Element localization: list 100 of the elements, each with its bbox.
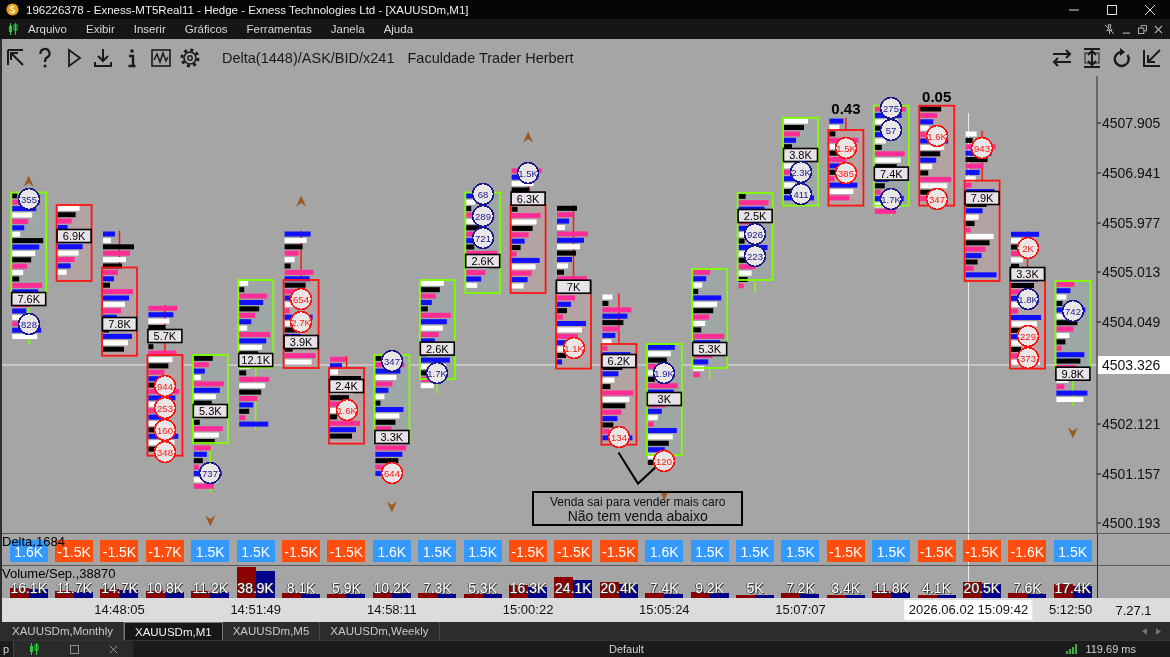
menu-item[interactable]: Ajuda bbox=[383, 23, 414, 35]
time-axis-label: 15:00:22 bbox=[502, 602, 554, 618]
volume-bar: 3.4K bbox=[826, 581, 865, 598]
delta-bar: -1.5K bbox=[327, 540, 366, 562]
value-label: 7.8K bbox=[101, 316, 138, 332]
delta-bar: 1.5K bbox=[781, 540, 820, 562]
delta-bar: 1.5K bbox=[463, 540, 502, 562]
ringed-value: 737 bbox=[198, 461, 222, 485]
price-axis-label: 4505.977 bbox=[1096, 215, 1161, 231]
delta-bar: -1.5K bbox=[962, 540, 1001, 562]
status-text: p bbox=[3, 643, 10, 655]
delta-bar: 1.6K bbox=[645, 540, 684, 562]
delta-bar: -1.5K bbox=[509, 540, 547, 562]
arrow-down-left-icon[interactable] bbox=[1140, 46, 1164, 69]
volume-bar: 7.3K bbox=[418, 581, 457, 598]
delta-bar: -1.5K bbox=[100, 540, 139, 562]
value-label: 7K bbox=[555, 279, 592, 294]
time-axis-label: 15:07:07 bbox=[775, 602, 826, 618]
annotation-text: Venda sai para vender mais caro bbox=[550, 496, 726, 509]
time-axis-label: 14:58:11 bbox=[367, 602, 417, 618]
value-label: 2.6K bbox=[419, 341, 456, 356]
minimized-chart-window[interactable] bbox=[13, 641, 134, 657]
menu-item[interactable]: Ferramentas bbox=[246, 23, 312, 35]
volume-bar: 7.2K bbox=[781, 581, 820, 598]
price-note: 0.05 bbox=[922, 88, 952, 105]
signal-icon bbox=[1066, 644, 1079, 654]
scroll-right-icon[interactable] bbox=[1156, 627, 1161, 635]
price-axis-label: 4505.013 bbox=[1096, 264, 1161, 280]
value-label: 2.5K bbox=[737, 208, 773, 224]
delta-bar: 1.5K bbox=[418, 540, 457, 562]
menu-item[interactable]: Arquivo bbox=[28, 23, 67, 35]
price-axis-label: 4502.121 bbox=[1096, 416, 1161, 432]
window-title: 196226378 - Exness-MT5Real11 - Hedge - Exness Technologies Ltd - [XAUUSDm,M1] bbox=[26, 3, 469, 16]
time-axis-label: 14:51:49 bbox=[230, 602, 281, 618]
menu-item[interactable]: Exibir bbox=[86, 23, 115, 35]
volume-bar: 10.8K bbox=[145, 581, 184, 598]
indicator-name: Delta(1448)/ASK/BID/x241 bbox=[222, 49, 395, 66]
volume-bar: 5.3K bbox=[463, 581, 502, 598]
menu-item[interactable]: Janela bbox=[330, 23, 365, 35]
volume-bar: 11.7K bbox=[55, 581, 94, 598]
delta-bar: 1.5K bbox=[236, 540, 275, 562]
profile-name: Default bbox=[609, 643, 644, 655]
volume-bar: 5K bbox=[735, 581, 774, 598]
ringed-value: 68 bbox=[471, 182, 495, 206]
candlestick-icon bbox=[8, 23, 18, 35]
value-label: 12.1K bbox=[237, 352, 274, 368]
volume-bar: 9.2K bbox=[690, 581, 729, 598]
volume-bar: 17.4K bbox=[1053, 581, 1092, 598]
crosshair-time-label: 2026.06.02 15:09:42 bbox=[904, 600, 1033, 620]
volume-bar: 11.2K bbox=[191, 581, 230, 598]
volume-bar: 16.3K bbox=[509, 581, 547, 598]
arrowhead-down-icon bbox=[386, 501, 397, 513]
coin-icon bbox=[6, 3, 19, 16]
chart-caption: Faculdade Trader Herbert bbox=[407, 49, 574, 66]
volume-bar: 7.6K bbox=[1008, 581, 1047, 598]
arrowhead-up-icon bbox=[23, 175, 34, 187]
ringed-value: 1.5K bbox=[516, 161, 540, 185]
scroll-left-icon[interactable] bbox=[1142, 627, 1147, 635]
panel-title: Delta,1684 bbox=[2, 535, 65, 548]
price-note: 0.43 bbox=[831, 99, 861, 117]
volume-bar: 8.1K bbox=[282, 581, 321, 598]
delta-bar: 1.5K bbox=[872, 540, 911, 562]
volume-bar: 4.1K bbox=[917, 581, 956, 598]
close-icon[interactable] bbox=[1154, 24, 1163, 34]
time-axis-label: 14:48:05 bbox=[94, 602, 145, 618]
menu-item[interactable]: Inserir bbox=[133, 23, 166, 35]
value-label: 5.7K bbox=[147, 328, 183, 344]
value-label: 6.3K bbox=[510, 191, 546, 206]
volume-bar: 7.4K bbox=[645, 581, 684, 598]
value-label: 7.9K bbox=[964, 190, 1000, 206]
value-label: 5.3K bbox=[192, 403, 229, 419]
value-label: 3.3K bbox=[1009, 266, 1046, 282]
download-icon[interactable] bbox=[92, 46, 114, 69]
value-label: 5.3K bbox=[691, 341, 728, 357]
chart-window-icon[interactable] bbox=[150, 46, 172, 69]
candlestick-icon[interactable] bbox=[29, 643, 40, 655]
delta-bar: -1.6K bbox=[1008, 540, 1047, 562]
value-label: 6.9K bbox=[56, 228, 92, 244]
arrowhead-up-icon bbox=[523, 131, 534, 143]
ringed-value: 644 bbox=[380, 461, 404, 485]
restore-icon[interactable] bbox=[1138, 24, 1147, 34]
volume-bar: 5.9K bbox=[327, 581, 366, 598]
arrowhead-down-icon bbox=[205, 515, 216, 527]
chart-tab[interactable]: XAUUSDm,M1 bbox=[123, 622, 223, 640]
value-label: 2.6K bbox=[464, 253, 501, 269]
value-label: 3.9K bbox=[283, 334, 319, 350]
ping-text: 119.69 ms bbox=[1085, 643, 1136, 655]
value-label: 3.3K bbox=[374, 429, 410, 445]
value-label: 6.2K bbox=[601, 353, 637, 369]
price-line-label: 4503.326 bbox=[1098, 356, 1170, 374]
left-right-arrows-icon[interactable] bbox=[1050, 46, 1074, 69]
settings-icon[interactable] bbox=[179, 46, 201, 69]
delta-bar: 1.5K bbox=[690, 540, 729, 562]
volume-bar: 24.1K bbox=[554, 577, 593, 598]
value-label: 2.4K bbox=[328, 378, 365, 394]
panel-title: Volume/Sep.,38870 bbox=[2, 567, 116, 580]
menu-item[interactable]: Gráficos bbox=[184, 23, 228, 35]
price-axis-label: 4501.157 bbox=[1096, 466, 1161, 482]
volume-bar: 11.8K bbox=[872, 581, 911, 598]
crossed-pin-icon[interactable] bbox=[1104, 23, 1115, 35]
